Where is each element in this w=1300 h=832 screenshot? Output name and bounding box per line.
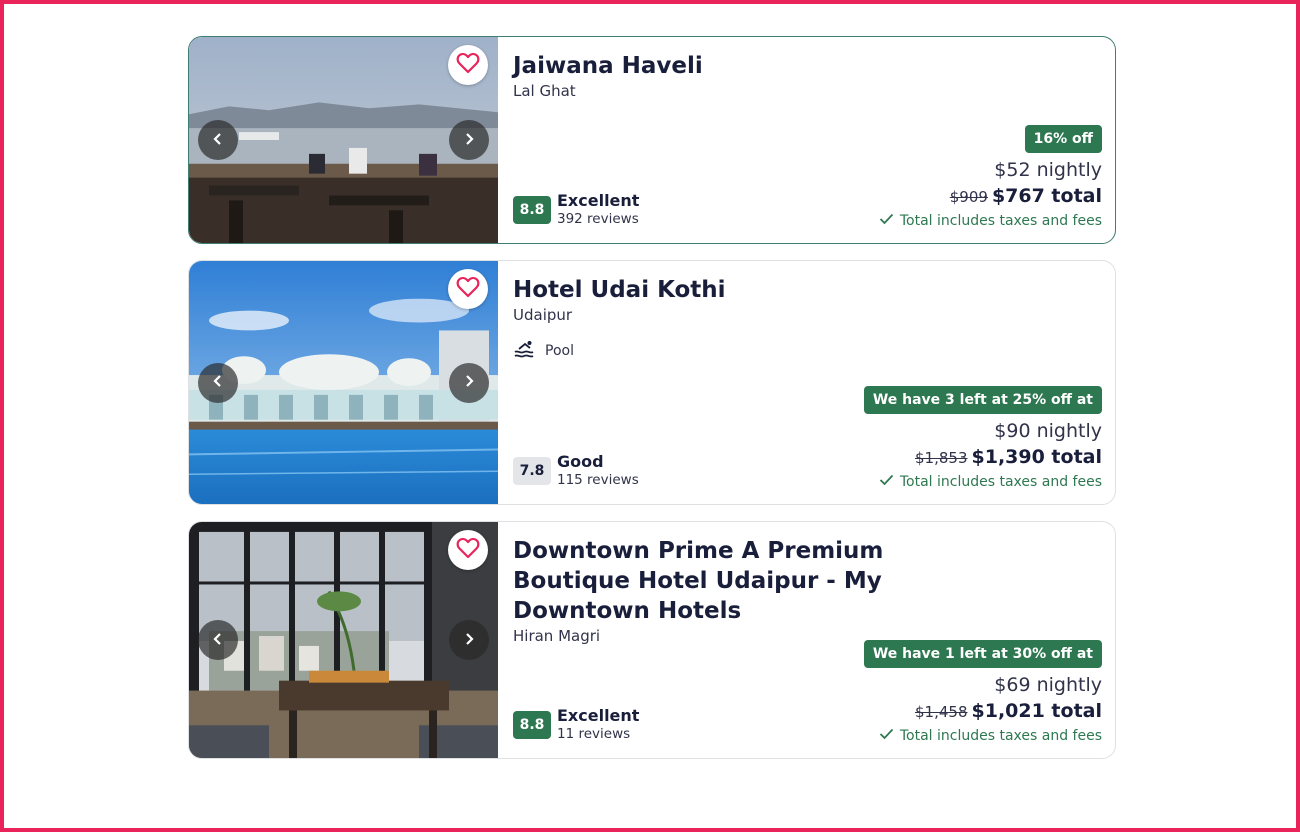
original-total-price: $1,458	[915, 703, 968, 721]
previous-photo-button[interactable]	[198, 620, 238, 660]
hotel-results-list: Jaiwana Haveli Lal Ghat 8.8 Excellent 39…	[188, 36, 1120, 759]
favorite-button[interactable]	[448, 530, 488, 570]
chevron-right-icon	[463, 631, 475, 650]
taxes-note: Total includes taxes and fees	[879, 213, 1102, 229]
hotel-name[interactable]: Hotel Udai Kothi	[513, 275, 983, 305]
previous-photo-button[interactable]	[198, 120, 238, 160]
review-count: 115 reviews	[557, 472, 639, 488]
discounted-total-price: $767 total	[991, 185, 1102, 207]
hotel-name[interactable]: Jaiwana Haveli	[513, 51, 983, 81]
heart-icon	[456, 276, 480, 302]
price-summary: We have 1 left at 30% off at $69 nightly…	[863, 640, 1102, 744]
total-price: $1,853 $1,390 total	[864, 444, 1102, 471]
checkmark-icon	[879, 474, 894, 490]
total-price: $909 $767 total	[879, 183, 1102, 210]
amenity-label: Pool	[545, 343, 574, 359]
nightly-price: $69 nightly	[994, 674, 1102, 696]
taxes-note-text: Total includes taxes and fees	[899, 728, 1102, 744]
rating-score-badge: 7.8	[513, 457, 551, 485]
hotel-photo-carousel[interactable]	[189, 522, 498, 758]
discounted-total-price: $1,390 total	[971, 446, 1103, 468]
hotel-details: Downtown Prime A Premium Boutique Hotel …	[498, 522, 1115, 758]
hotel-card[interactable]: Downtown Prime A Premium Boutique Hotel …	[188, 521, 1116, 759]
hotel-location: Udaipur	[513, 306, 573, 324]
chevron-left-icon	[212, 631, 224, 650]
rating-score-badge: 8.8	[513, 196, 551, 224]
rating-label: Excellent	[557, 191, 640, 210]
chevron-left-icon	[212, 131, 224, 150]
next-photo-button[interactable]	[449, 120, 489, 160]
favorite-button[interactable]	[448, 45, 488, 85]
total-price: $1,458 $1,021 total	[864, 698, 1102, 725]
rating-score-badge: 8.8	[513, 711, 551, 739]
original-total-price: $909	[949, 188, 988, 206]
nightly-price: $52 nightly	[994, 159, 1102, 181]
rating-label: Good	[557, 452, 604, 471]
nightly-price: $90 nightly	[994, 420, 1102, 442]
next-photo-button[interactable]	[449, 362, 489, 403]
guest-rating: 8.8 Excellent 392 reviews	[513, 191, 639, 229]
checkmark-icon	[879, 728, 894, 744]
rating-label: Excellent	[557, 706, 640, 725]
heart-icon	[456, 537, 480, 563]
taxes-note: Total includes taxes and fees	[864, 474, 1102, 490]
hotel-card[interactable]: Hotel Udai Kothi Udaipur Pool 7.8 Good 1…	[188, 260, 1116, 505]
chevron-right-icon	[463, 131, 475, 150]
price-summary: 16% off $52 nightly $909 $767 total Total…	[879, 125, 1102, 229]
hotel-details: Hotel Udai Kothi Udaipur Pool 7.8 Good 1…	[498, 261, 1115, 504]
checkmark-icon	[879, 213, 894, 229]
hotel-card[interactable]: Jaiwana Haveli Lal Ghat 8.8 Excellent 39…	[188, 36, 1116, 244]
chevron-left-icon	[212, 373, 224, 392]
taxes-note-text: Total includes taxes and fees	[899, 213, 1102, 229]
availability-badge: We have 1 left at 30% off at	[863, 640, 1102, 668]
original-total-price: $1,853	[915, 449, 968, 467]
guest-rating: 8.8 Excellent 11 reviews	[513, 706, 639, 744]
price-summary: We have 3 left at 25% off at $90 nightly…	[863, 386, 1102, 490]
guest-rating: 7.8 Good 115 reviews	[513, 452, 639, 490]
chevron-right-icon	[463, 373, 475, 392]
availability-badge: We have 3 left at 25% off at	[863, 386, 1102, 414]
amenity-pool: Pool	[513, 340, 1101, 362]
hotel-location: Lal Ghat	[513, 82, 576, 100]
taxes-note-text: Total includes taxes and fees	[899, 474, 1102, 490]
pool-icon	[513, 340, 535, 362]
review-count: 392 reviews	[557, 211, 639, 227]
hotel-photo-carousel[interactable]	[189, 261, 498, 504]
hotel-photo-carousel[interactable]	[189, 37, 498, 243]
hotel-details: Jaiwana Haveli Lal Ghat 8.8 Excellent 39…	[498, 37, 1115, 243]
hotel-name[interactable]: Downtown Prime A Premium Boutique Hotel …	[513, 536, 983, 626]
heart-icon	[456, 52, 480, 78]
next-photo-button[interactable]	[449, 620, 489, 660]
discounted-total-price: $1,021 total	[971, 700, 1103, 722]
previous-photo-button[interactable]	[198, 362, 238, 403]
discount-badge: 16% off	[1024, 125, 1102, 153]
review-count: 11 reviews	[557, 726, 631, 742]
favorite-button[interactable]	[448, 269, 488, 309]
taxes-note: Total includes taxes and fees	[864, 728, 1102, 744]
